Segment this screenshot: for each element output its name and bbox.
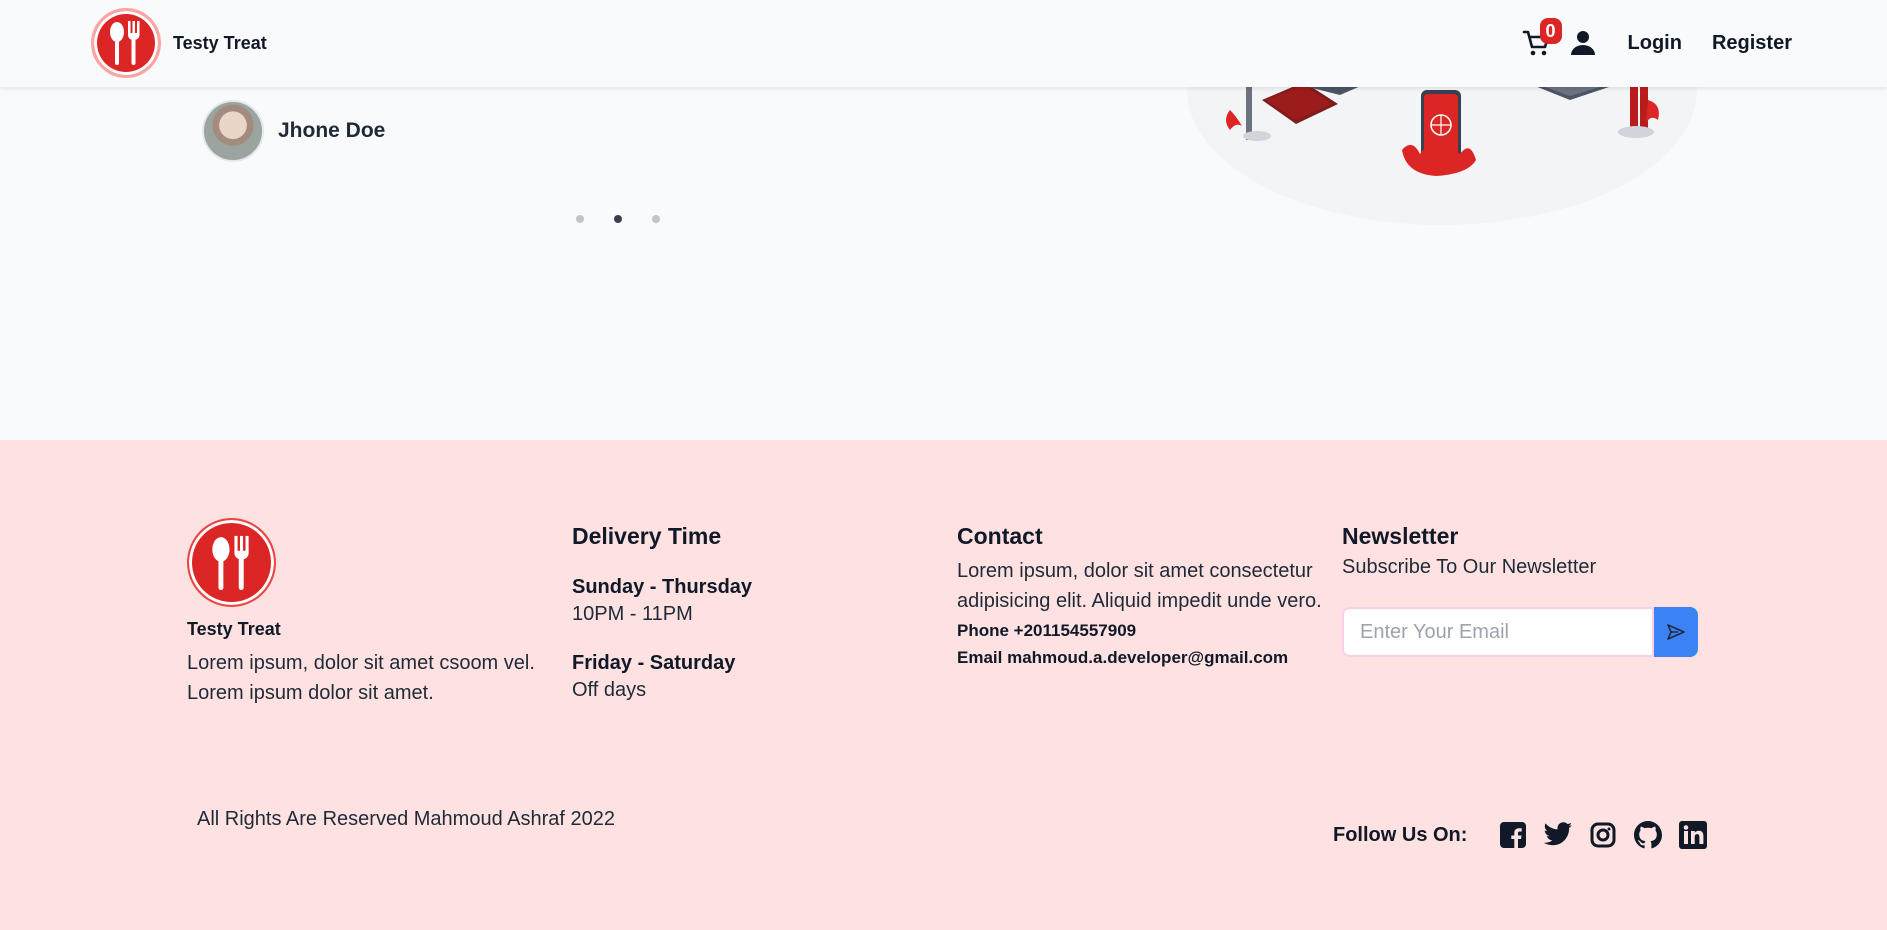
follow-label: Follow Us On: xyxy=(1333,823,1468,846)
site-header: Testy Treat 0 Login Register xyxy=(0,0,1887,87)
facebook-icon[interactable] xyxy=(1498,820,1528,850)
footer-brand-name: Testy Treat xyxy=(187,619,281,639)
testimonial-author: Jhone Doe xyxy=(202,100,385,162)
restaurant-logo-icon xyxy=(187,518,276,607)
author-name: Jhone Doe xyxy=(278,119,386,142)
user-icon[interactable] xyxy=(1570,30,1596,56)
delivery-hours-weekday: 10PM - 11PM xyxy=(572,603,693,625)
carousel-dots xyxy=(576,215,660,223)
delivery-hours-weekend: Off days xyxy=(572,679,647,701)
carousel-dot-2[interactable] xyxy=(614,215,622,223)
login-link[interactable]: Login xyxy=(1628,32,1682,55)
brand-name: Testy Treat xyxy=(173,32,267,53)
delivery-day-weekend: Friday - Saturday xyxy=(572,652,736,674)
delivery-time-column: Delivery Time Sunday - Thursday 10PM - 1… xyxy=(572,523,752,702)
register-link[interactable]: Register xyxy=(1712,32,1792,55)
newsletter-email-input[interactable] xyxy=(1342,607,1654,657)
delivery-day-weekday: Sunday - Thursday xyxy=(572,576,753,598)
contact-column: Contact Lorem ipsum, dolor sit amet cons… xyxy=(957,523,1327,670)
copyright-text: All Rights Are Reserved Mahmoud Ashraf 2… xyxy=(197,808,615,830)
github-icon[interactable] xyxy=(1633,820,1663,850)
delivery-title: Delivery Time xyxy=(572,523,722,549)
linkedin-icon[interactable] xyxy=(1678,820,1708,850)
newsletter-form xyxy=(1342,607,1698,657)
newsletter-submit-button[interactable] xyxy=(1654,607,1698,657)
cart-button[interactable]: 0 xyxy=(1522,18,1562,58)
carousel-dot-3[interactable] xyxy=(652,215,660,223)
contact-title: Contact xyxy=(957,523,1043,549)
avatar xyxy=(202,100,264,162)
contact-email: Email mahmoud.a.developer@gmail.com xyxy=(957,648,1289,667)
brand-link[interactable]: Testy Treat xyxy=(91,8,267,78)
newsletter-title: Newsletter xyxy=(1342,523,1459,549)
carousel-dot-1[interactable] xyxy=(576,215,584,223)
social-links: Follow Us On: xyxy=(1333,820,1708,850)
newsletter-column: Newsletter Subscribe To Our Newsletter xyxy=(1342,523,1698,657)
restaurant-logo-icon xyxy=(91,8,161,78)
send-icon xyxy=(1667,624,1685,640)
contact-text: Lorem ipsum, dolor sit amet consectetur … xyxy=(957,560,1322,612)
newsletter-subtitle: Subscribe To Our Newsletter xyxy=(1342,556,1597,578)
cart-count-badge: 0 xyxy=(1539,18,1562,44)
instagram-icon[interactable] xyxy=(1588,820,1618,850)
site-footer: Testy Treat Lorem ipsum, dolor sit amet … xyxy=(0,440,1887,930)
contact-phone: Phone +201154557909 xyxy=(957,621,1137,640)
footer-brand-text: Lorem ipsum, dolor sit amet csoom vel. L… xyxy=(187,652,535,704)
header-nav: 0 Login Register xyxy=(1522,18,1792,66)
footer-brand-column: Testy Treat Lorem ipsum, dolor sit amet … xyxy=(187,518,547,708)
twitter-icon[interactable] xyxy=(1543,820,1573,850)
